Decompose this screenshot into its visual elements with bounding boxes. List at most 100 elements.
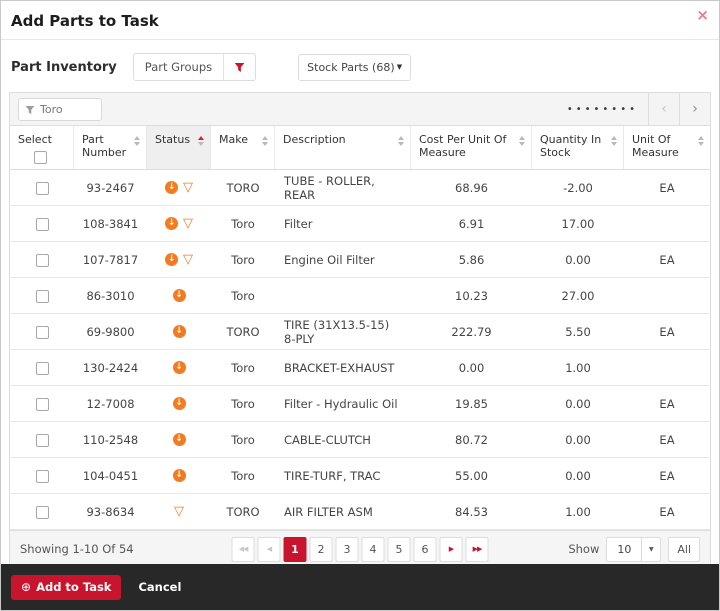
- scroll-columns-left-icon[interactable]: ‹: [648, 93, 679, 125]
- row-checkbox[interactable]: [36, 506, 49, 519]
- quantity-cell: 0.00: [532, 433, 624, 447]
- inventory-controls: Part Inventory Part Groups Stock Parts (…: [1, 40, 719, 92]
- grid-toolbar: •••••••• ‹ ›: [10, 93, 710, 126]
- column-header-status[interactable]: Status: [147, 126, 211, 169]
- cost-cell: 5.86: [411, 253, 532, 267]
- row-select-cell: [10, 181, 74, 195]
- quantity-cell: 17.00: [532, 217, 624, 231]
- row-checkbox[interactable]: [36, 434, 49, 447]
- row-select-cell: [10, 325, 74, 339]
- page-button-4[interactable]: 4: [362, 537, 385, 562]
- page-button-5[interactable]: 5: [388, 537, 411, 562]
- scroll-columns-right-icon[interactable]: ›: [679, 93, 710, 125]
- row-checkbox[interactable]: [36, 218, 49, 231]
- row-select-cell: [10, 397, 74, 411]
- column-scroll-controls: •••••••• ‹ ›: [567, 93, 710, 125]
- column-label: Description: [283, 133, 346, 146]
- table-row: 12-7008↓ToroFilter - Hydraulic Oil19.850…: [10, 386, 710, 422]
- row-checkbox[interactable]: [36, 362, 49, 375]
- cost-cell: 0.00: [411, 361, 532, 375]
- status-cell: ↓: [147, 361, 211, 374]
- down-arrow-circle-icon: ↓: [165, 253, 178, 266]
- cost-cell: 222.79: [411, 325, 532, 339]
- page-size-controls: Show 10 ▼ All: [568, 537, 700, 562]
- column-header-quantity-in-stock[interactable]: Quantity In Stock: [532, 126, 624, 169]
- row-checkbox[interactable]: [36, 182, 49, 195]
- last-page-button[interactable]: ▶▶: [466, 537, 489, 562]
- quantity-cell: 1.00: [532, 505, 624, 519]
- sort-arrows-icon: [198, 136, 204, 146]
- row-checkbox[interactable]: [36, 470, 49, 483]
- prev-page-button[interactable]: ◀: [258, 537, 281, 562]
- page-button-6[interactable]: 6: [414, 537, 437, 562]
- parts-grid: •••••••• ‹ › SelectPart NumberStatusMake…: [9, 92, 711, 568]
- search-input[interactable]: [40, 103, 95, 116]
- page-button-2[interactable]: 2: [310, 537, 333, 562]
- table-header: SelectPart NumberStatusMake Description Co…: [10, 126, 710, 170]
- row-select-cell: [10, 505, 74, 519]
- part-number-cell: 110-2548: [74, 433, 147, 447]
- row-select-cell: [10, 433, 74, 447]
- sort-arrows-icon: [611, 136, 617, 146]
- table-row: 107-7817↓▽ToroEngine Oil Filter5.860.00E…: [10, 242, 710, 278]
- make-cell: TORO: [211, 325, 275, 339]
- row-checkbox[interactable]: [36, 398, 49, 411]
- stock-parts-select[interactable]: Stock Parts (68) ▼: [298, 54, 411, 81]
- select-all-checkbox[interactable]: [34, 151, 47, 164]
- unit-cell: EA: [624, 253, 710, 267]
- cost-cell: 10.23: [411, 289, 532, 303]
- row-select-cell: [10, 217, 74, 231]
- down-arrow-circle-icon: ↓: [173, 325, 186, 338]
- first-page-button[interactable]: ◀◀: [232, 537, 255, 562]
- filter-funnel-icon: [223, 54, 255, 80]
- table-row: 69-9800↓TOROTIRE (31X13.5-15) 8-PLY222.7…: [10, 314, 710, 350]
- next-page-button[interactable]: ▶: [440, 537, 463, 562]
- add-to-task-button[interactable]: ⊕ Add to Task: [11, 575, 121, 600]
- make-cell: Toro: [211, 361, 275, 375]
- column-header-part-number[interactable]: Part Number: [74, 126, 147, 169]
- description-cell: TIRE-TURF, TRAC: [275, 469, 411, 483]
- down-arrow-circle-icon: ↓: [165, 217, 178, 230]
- part-number-cell: 93-8634: [74, 505, 147, 519]
- column-header-select: Select: [10, 126, 74, 169]
- row-checkbox[interactable]: [36, 254, 49, 267]
- part-groups-button[interactable]: Part Groups: [133, 53, 256, 81]
- status-cell: ↓: [147, 397, 211, 410]
- make-cell: Toro: [211, 289, 275, 303]
- quantity-cell: 0.00: [532, 253, 624, 267]
- column-label: Unit Of Measure: [632, 133, 694, 159]
- description-cell: BRACKET-EXHAUST: [275, 361, 411, 375]
- row-checkbox[interactable]: [36, 290, 49, 303]
- description-cell: Engine Oil Filter: [275, 253, 411, 267]
- description-cell: TUBE - ROLLER, REAR: [275, 174, 411, 202]
- status-cell: ▽: [147, 505, 211, 518]
- sort-arrows-icon: [519, 136, 525, 146]
- row-select-cell: [10, 361, 74, 375]
- page-button-1[interactable]: 1: [284, 537, 307, 562]
- make-cell: TORO: [211, 181, 275, 195]
- page-size-dropdown[interactable]: 10 ▼: [606, 537, 661, 562]
- row-checkbox[interactable]: [36, 326, 49, 339]
- show-all-button[interactable]: All: [668, 537, 700, 562]
- cost-cell: 6.91: [411, 217, 532, 231]
- make-cell: Toro: [211, 433, 275, 447]
- status-cell: ↓: [147, 325, 211, 338]
- inverted-triangle-icon: ▽: [174, 505, 184, 518]
- page-button-3[interactable]: 3: [336, 537, 359, 562]
- cost-cell: 84.53: [411, 505, 532, 519]
- table-row: 93-2467↓▽TOROTUBE - ROLLER, REAR68.96-2.…: [10, 170, 710, 206]
- table-row: 110-2548↓ToroCABLE-CLUTCH80.720.00EA: [10, 422, 710, 458]
- inverted-triangle-icon: ▽: [183, 217, 193, 230]
- column-header-unit-of-measure[interactable]: Unit Of Measure: [624, 126, 710, 169]
- column-header-cost-per-unit-of-measure[interactable]: Cost Per Unit Of Measure: [411, 126, 532, 169]
- part-number-cell: 107-7817: [74, 253, 147, 267]
- unit-cell: EA: [624, 469, 710, 483]
- column-header-description[interactable]: Description: [275, 126, 411, 169]
- add-circle-icon: ⊕: [21, 581, 31, 593]
- status-cell: ↓: [147, 289, 211, 302]
- column-position-dots: ••••••••: [567, 104, 638, 115]
- quantity-cell: 1.00: [532, 361, 624, 375]
- column-header-make[interactable]: Make: [211, 126, 275, 169]
- cancel-button[interactable]: Cancel: [138, 580, 181, 594]
- close-icon[interactable]: ×: [696, 8, 709, 23]
